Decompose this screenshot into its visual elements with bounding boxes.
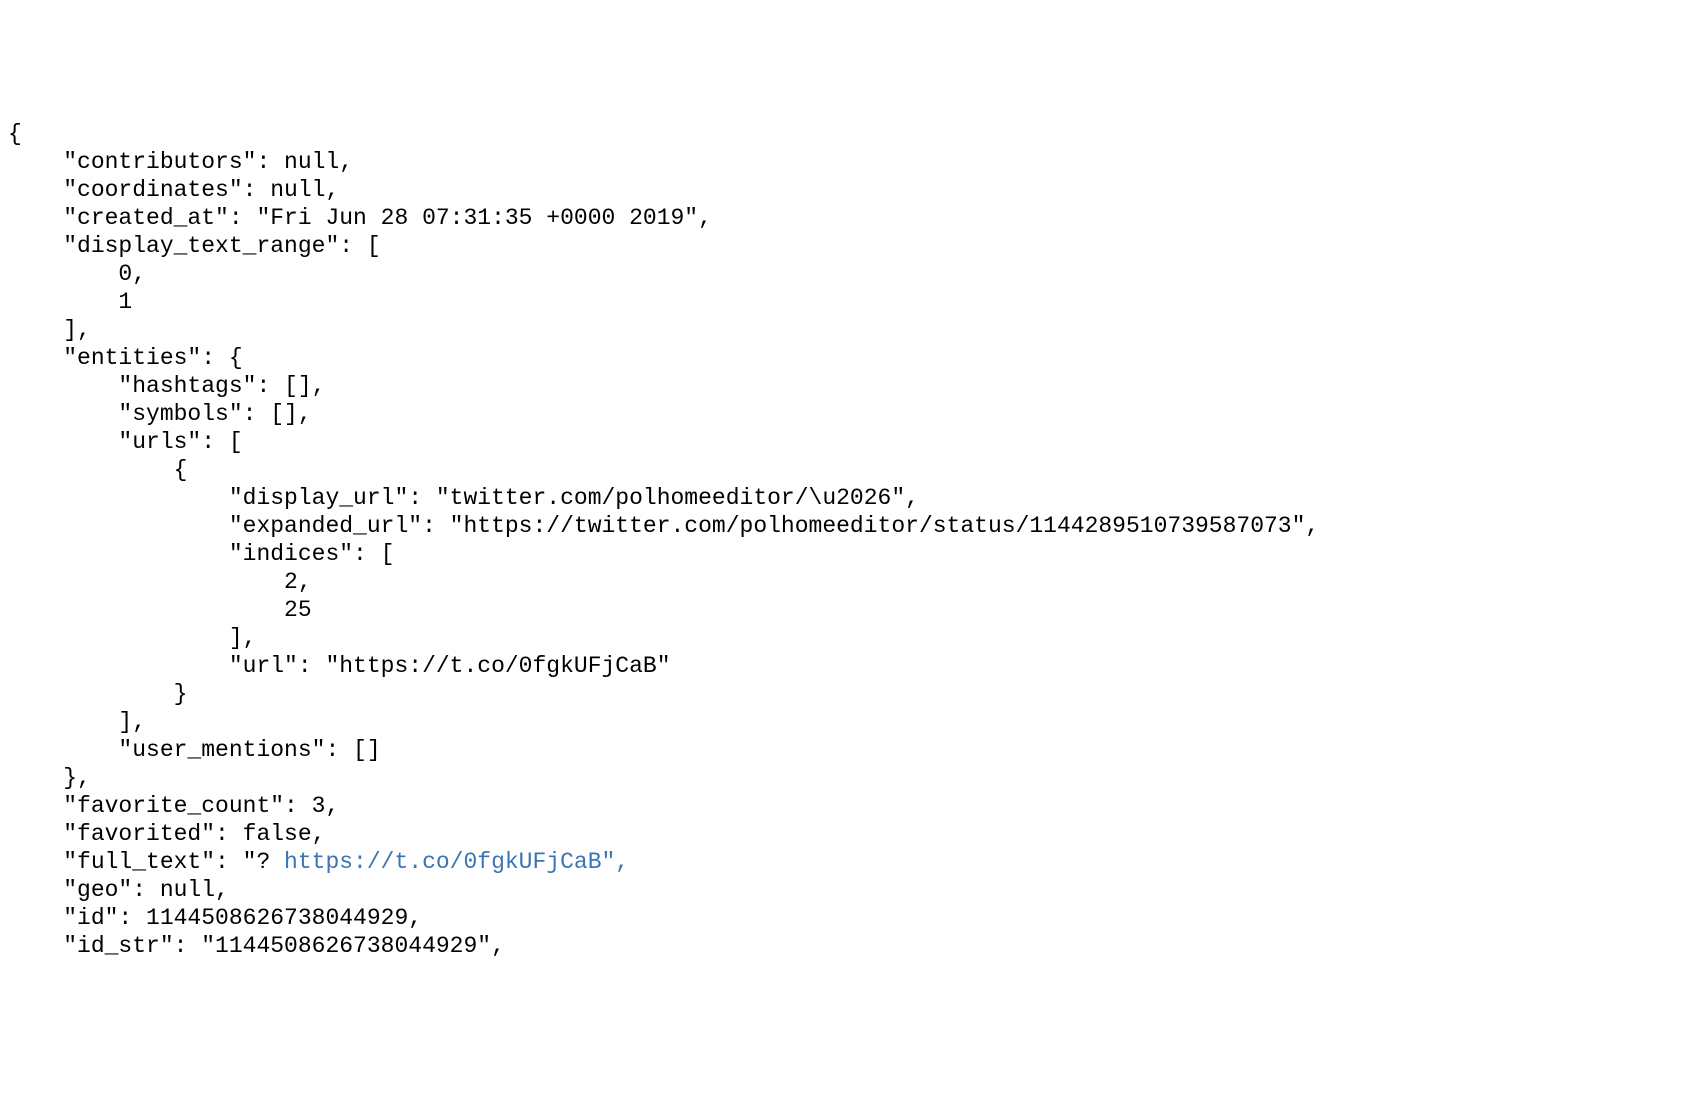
- code-line: 1: [8, 289, 132, 315]
- code-line: "symbols": [],: [8, 401, 312, 427]
- code-line: 2,: [8, 569, 312, 595]
- code-line: "hashtags": [],: [8, 373, 325, 399]
- code-line: {: [8, 457, 187, 483]
- code-line: "coordinates": null,: [8, 177, 339, 203]
- code-line: "indices": [: [8, 541, 394, 567]
- code-line: "id_str": "1144508626738044929",: [8, 933, 505, 959]
- code-line: ],: [8, 625, 256, 651]
- code-line-prefix: "full_text": "?: [8, 849, 284, 875]
- code-line: "display_url": "twitter.com/polhomeedito…: [8, 485, 919, 511]
- code-line: "expanded_url": "https://twitter.com/pol…: [8, 513, 1319, 539]
- code-line: "url": "https://t.co/0fgkUFjCaB": [8, 653, 671, 679]
- code-line: "entities": {: [8, 345, 243, 371]
- code-line: "favorite_count": 3,: [8, 793, 339, 819]
- code-line: "geo": null,: [8, 877, 229, 903]
- code-line: },: [8, 765, 91, 791]
- code-line: ],: [8, 317, 91, 343]
- code-line: 0,: [8, 261, 146, 287]
- url-link[interactable]: https://t.co/0fgkUFjCaB",: [284, 849, 629, 875]
- code-line: "id": 1144508626738044929,: [8, 905, 422, 931]
- code-line: "display_text_range": [: [8, 233, 381, 259]
- code-line: 25: [8, 597, 312, 623]
- json-code-block: { "contributors": null, "coordinates": n…: [8, 120, 1700, 960]
- code-line: "created_at": "Fri Jun 28 07:31:35 +0000…: [8, 205, 712, 231]
- code-line: "urls": [: [8, 429, 243, 455]
- code-line: {: [8, 121, 22, 147]
- code-line: }: [8, 681, 187, 707]
- code-line: ],: [8, 709, 146, 735]
- code-line: "favorited": false,: [8, 821, 325, 847]
- code-line: "user_mentions": []: [8, 737, 381, 763]
- code-line: "contributors": null,: [8, 149, 353, 175]
